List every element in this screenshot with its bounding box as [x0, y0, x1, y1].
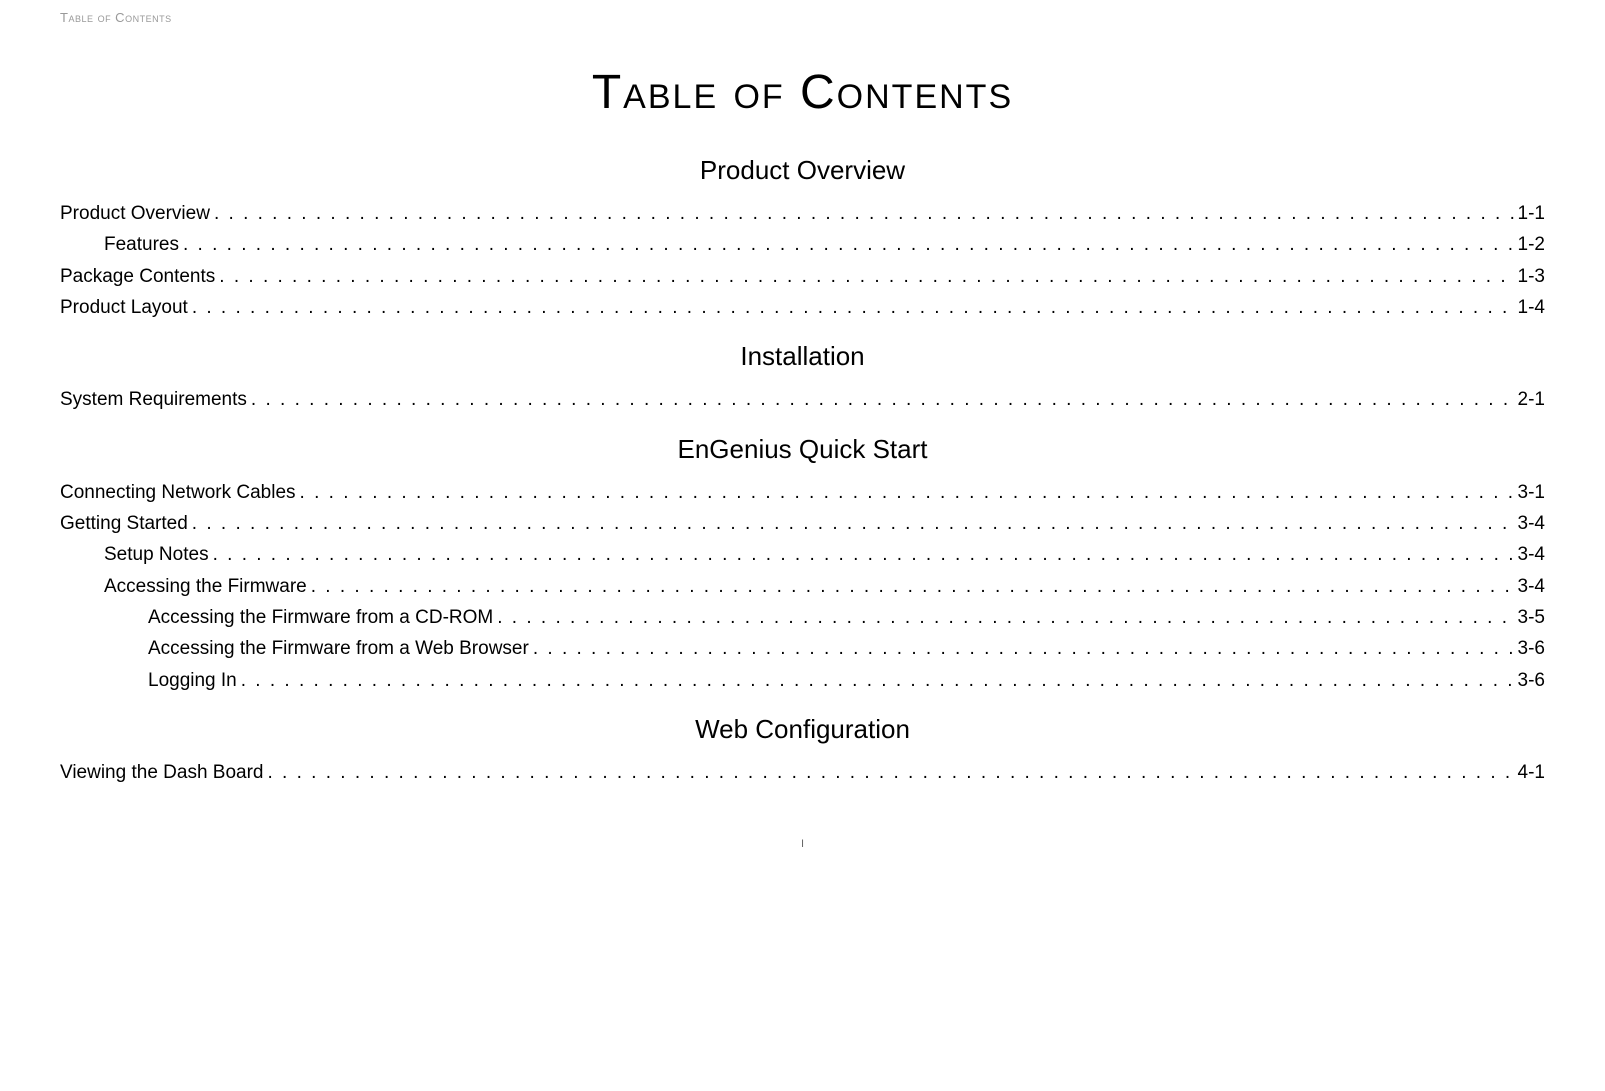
- toc-entry: Accessing the Firmware 3-4: [60, 571, 1545, 602]
- toc-entry-page: 2-1: [1518, 384, 1545, 415]
- toc-entry: Product Overview 1-1: [60, 198, 1545, 229]
- toc-leader-dots: [214, 198, 1514, 229]
- toc-entry-page: 1-2: [1518, 229, 1545, 260]
- toc-entry: System Requirements 2-1: [60, 384, 1545, 415]
- toc-entry-page: 1-1: [1518, 198, 1545, 229]
- toc-entry-label: Product Overview: [60, 198, 210, 229]
- toc-entry: Logging In 3-6: [60, 665, 1545, 696]
- toc-entry: Package Contents 1-3: [60, 261, 1545, 292]
- toc-leader-dots: [533, 633, 1514, 664]
- toc-entry-label: System Requirements: [60, 384, 247, 415]
- toc-entry-page: 3-5: [1518, 602, 1545, 633]
- toc-entry-label: Connecting Network Cables: [60, 477, 296, 508]
- header-label: Table of Contents: [60, 10, 1545, 25]
- toc-leader-dots: [213, 539, 1514, 570]
- toc-leader-dots: [311, 571, 1514, 602]
- toc-leader-dots: [268, 757, 1514, 788]
- toc-entry-label: Package Contents: [60, 261, 215, 292]
- page-footer: I: [60, 838, 1545, 850]
- toc-entry-label: Getting Started: [60, 508, 188, 539]
- toc-entry-page: 1-3: [1518, 261, 1545, 292]
- toc-entry: Viewing the Dash Board 4-1: [60, 757, 1545, 788]
- toc-leader-dots: [192, 508, 1514, 539]
- toc-entry-label: Accessing the Firmware: [104, 571, 307, 602]
- toc-leader-dots: [192, 292, 1514, 323]
- section-title: Installation: [60, 341, 1545, 372]
- toc-entry-page: 1-4: [1518, 292, 1545, 323]
- toc-container: Product OverviewProduct Overview 1-1Feat…: [60, 155, 1545, 788]
- toc-entry-label: Features: [104, 229, 179, 260]
- toc-entry: Accessing the Firmware from a CD-ROM 3-5: [60, 602, 1545, 633]
- toc-entry-page: 3-1: [1518, 477, 1545, 508]
- toc-entry-label: Accessing the Firmware from a CD-ROM: [148, 602, 493, 633]
- toc-leader-dots: [300, 477, 1514, 508]
- toc-entry-label: Product Layout: [60, 292, 188, 323]
- page-title: Table of Contents: [60, 65, 1545, 120]
- toc-leader-dots: [183, 229, 1514, 260]
- toc-entry-label: Logging In: [148, 665, 237, 696]
- toc-entry-page: 3-6: [1518, 665, 1545, 696]
- toc-leader-dots: [241, 665, 1514, 696]
- toc-entry: Connecting Network Cables 3-1: [60, 477, 1545, 508]
- toc-entry: Setup Notes 3-4: [60, 539, 1545, 570]
- toc-entry-page: 4-1: [1518, 757, 1545, 788]
- toc-entry-page: 3-6: [1518, 633, 1545, 664]
- toc-entry-label: Setup Notes: [104, 539, 209, 570]
- toc-entry: Getting Started 3-4: [60, 508, 1545, 539]
- toc-entry-page: 3-4: [1518, 571, 1545, 602]
- toc-leader-dots: [219, 261, 1513, 292]
- toc-entry: Accessing the Firmware from a Web Browse…: [60, 633, 1545, 664]
- toc-entry-label: Viewing the Dash Board: [60, 757, 264, 788]
- toc-entry-page: 3-4: [1518, 539, 1545, 570]
- toc-leader-dots: [497, 602, 1513, 633]
- toc-entry: Product Layout 1-4: [60, 292, 1545, 323]
- toc-entry: Features 1-2: [60, 229, 1545, 260]
- section-title: Product Overview: [60, 155, 1545, 186]
- toc-leader-dots: [251, 384, 1514, 415]
- section-title: EnGenius Quick Start: [60, 434, 1545, 465]
- toc-entry-page: 3-4: [1518, 508, 1545, 539]
- toc-entry-label: Accessing the Firmware from a Web Browse…: [148, 633, 529, 664]
- section-title: Web Configuration: [60, 714, 1545, 745]
